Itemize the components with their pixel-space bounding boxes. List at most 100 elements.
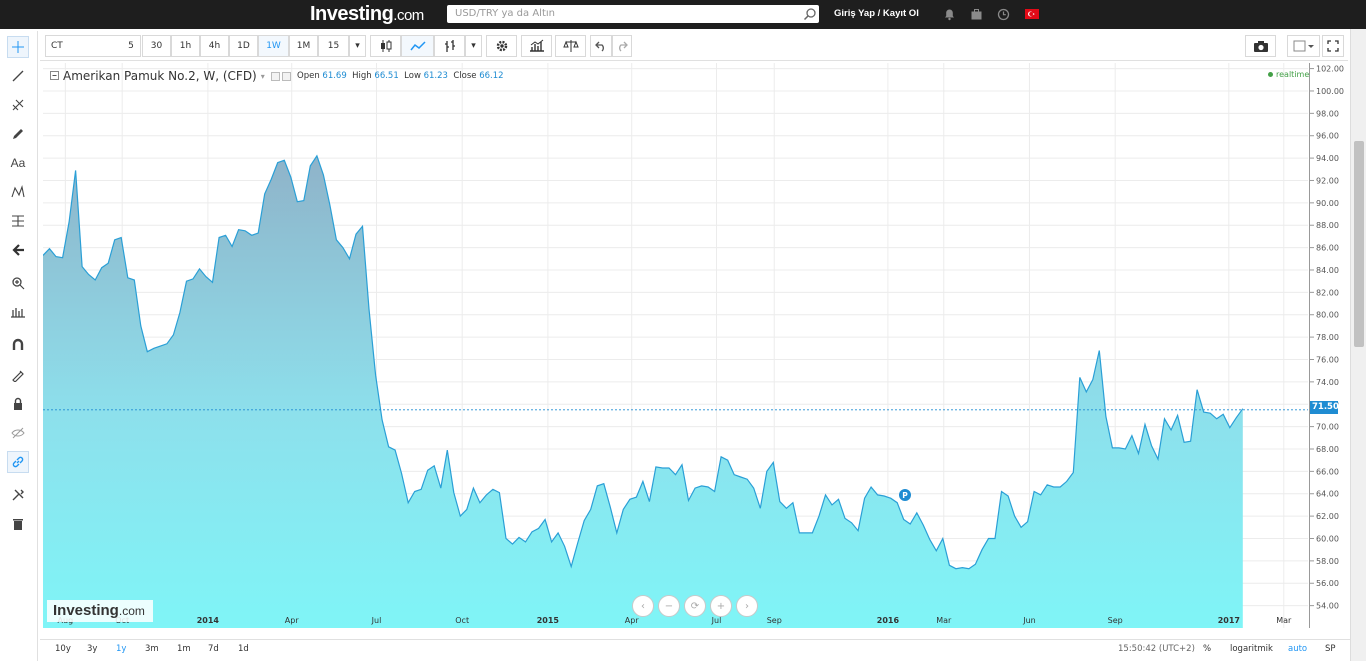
fib-tool-icon[interactable] [7,210,29,232]
x-tick-label: Oct [455,616,469,625]
interval-1w[interactable]: 1W [258,35,289,57]
y-axis[interactable]: 54.00 56.00 58.00 60.00 62.00 64.00 66.00 68.00… [1309,63,1349,628]
site-logo[interactable]: Investing.com [310,3,424,26]
area-chart-icon[interactable] [401,35,434,57]
range-3y[interactable]: 3y [87,644,97,654]
y-tick-label: 80.00 [1316,311,1339,320]
interval-4h[interactable]: 4h [200,35,229,57]
chart-legend: Amerikan Pamuk No.2, W, (CFD) ▾ [50,69,293,83]
y-tick-label: 88.00 [1316,221,1339,230]
hide-drawings-icon[interactable] [7,422,29,444]
scroll-left-icon[interactable]: ‹ [632,595,654,617]
interval-custom[interactable]: 15 [318,35,349,57]
trash-icon[interactable] [7,513,29,535]
brush-tool-icon[interactable] [7,123,29,145]
text-tool-icon[interactable]: Aa [7,152,29,174]
scrollbar-thumb[interactable] [1354,141,1364,347]
y-tick-label: 102.00 [1316,65,1344,74]
realtime-indicator: realtime [1268,70,1309,79]
candles-icon[interactable] [370,35,401,57]
y-tick-label: 84.00 [1316,266,1339,275]
range-1m[interactable]: 1m [177,644,191,654]
arrow-tool-icon[interactable] [7,239,29,261]
bars-icon[interactable] [434,35,465,57]
ohlc-values: Open 61.69 High 66.51 Low 61.23 Close 66… [297,71,504,81]
login-register-link[interactable]: Giriş Yap / Kayıt Ol [834,8,919,19]
measure-tool-icon[interactable] [7,301,29,323]
y-tick-label: 90.00 [1316,199,1339,208]
svg-text:P: P [902,491,908,500]
zoom-in-icon[interactable] [7,272,29,294]
link-icon[interactable] [7,451,29,473]
high-label: High [352,71,372,81]
reset-icon[interactable]: ⟳ [684,595,706,617]
tools-icon[interactable] [7,484,29,506]
indicators-icon[interactable] [521,35,552,57]
range-1y[interactable]: 1y [116,644,126,654]
zoom-out-icon[interactable]: − [658,595,680,617]
interval-1h[interactable]: 1h [171,35,200,57]
y-tick-label: 96.00 [1316,132,1339,141]
trend-line-tool-icon[interactable] [7,65,29,87]
current-price-label: 71.50 [1310,401,1339,414]
layout-select-icon[interactable] [1287,35,1320,57]
camera-icon[interactable] [1245,35,1276,57]
undo-icon[interactable] [590,35,612,57]
range-7d[interactable]: 7d [208,644,219,654]
interval-30[interactable]: 30 [142,35,171,57]
redo-icon[interactable] [612,35,632,57]
chart-type-dropdown-icon[interactable]: ▾ [465,35,482,57]
page-scrollbar[interactable] [1350,29,1366,661]
interval-1d[interactable]: 1D [229,35,258,57]
lock-icon[interactable] [7,393,29,415]
collapse-legend-icon[interactable] [50,71,60,81]
pattern-tool-icon[interactable] [7,181,29,203]
range-3m[interactable]: 3m [145,644,159,654]
x-tick-label: Jun [1022,616,1036,625]
title-dropdown-icon[interactable]: ▾ [261,72,265,81]
x-tick-label: 2015 [537,616,560,625]
bell-icon[interactable] [943,8,956,21]
watermark-suffix: .com [118,604,145,618]
portfolio-icon[interactable] [970,8,983,21]
auto-toggle[interactable]: auto [1288,644,1307,654]
y-tick-label: 76.00 [1316,355,1339,364]
sp-toggle[interactable]: SP [1325,644,1336,654]
y-tick-label: 98.00 [1316,109,1339,118]
pitchfork-tool-icon[interactable] [7,94,29,116]
realtime-label: realtime [1276,70,1310,79]
compare-icon[interactable] [555,35,586,57]
top-navigation-bar: Investing.com USD/TRY ya da Altın Giriş … [0,0,1366,29]
y-tick-label: 62.00 [1316,512,1339,521]
interval-5[interactable]: 5 [120,35,142,57]
interval-1m[interactable]: 1M [289,35,318,57]
stay-in-drawing-icon[interactable] [7,364,29,386]
clock-display: 15:50:42 (UTC+2) [1118,644,1195,654]
interval-dropdown-icon[interactable]: ▾ [349,35,366,57]
fullscreen-icon[interactable] [1322,35,1344,57]
crosshair-tool-icon[interactable] [7,36,29,58]
scroll-right-icon[interactable]: › [736,595,758,617]
search-input[interactable]: USD/TRY ya da Altın [447,5,819,23]
price-area-chart[interactable]: P AugOct2014AprJulOct2015AprJulSep2016Ma… [43,63,1308,628]
y-tick-label: 94.00 [1316,154,1339,163]
range-10y[interactable]: 10y [55,644,71,654]
search-icon[interactable] [803,7,817,21]
clock-icon[interactable] [997,8,1010,21]
y-tick-label: 60.00 [1316,534,1339,543]
event-marker[interactable]: P [899,489,911,501]
turkey-flag-icon[interactable] [1025,9,1039,19]
chart-navigation-controls: ‹ − ⟳ + › [632,595,758,617]
x-tick-label: Apr [285,616,300,625]
close-value: 66.12 [479,71,504,81]
magnet-icon[interactable] [7,334,29,356]
legend-options-icon[interactable] [270,71,293,81]
logo-suffix: .com [393,7,424,24]
x-tick-label: Apr [625,616,640,625]
y-tick-label: 66.00 [1316,467,1339,476]
zoom-in-nav-icon[interactable]: + [710,595,732,617]
range-1d[interactable]: 1d [238,644,249,654]
percent-toggle[interactable]: % [1203,644,1211,654]
settings-icon[interactable] [486,35,517,57]
log-toggle[interactable]: logaritmik [1230,644,1273,654]
